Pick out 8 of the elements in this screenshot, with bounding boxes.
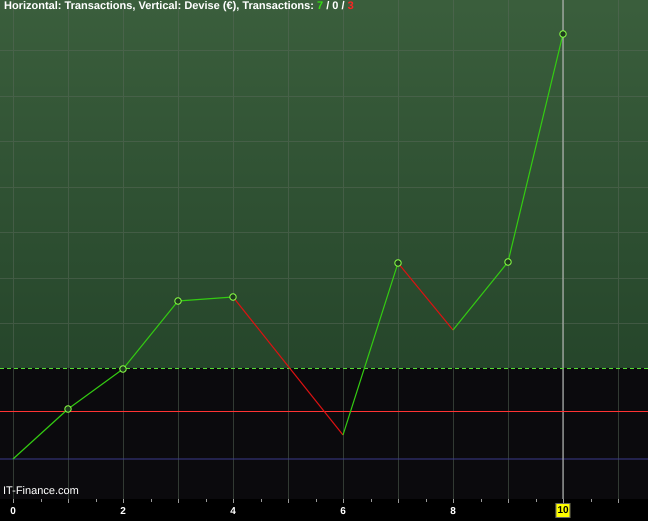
watermark-text: IT-Finance.com: [3, 485, 79, 497]
x-axis-label: 2: [119, 505, 127, 518]
x-axis-label: 8: [449, 505, 457, 518]
x-axis-label: 0: [9, 505, 17, 518]
x-axis-label: 4: [229, 505, 237, 518]
x-axis-label: 6: [339, 505, 347, 518]
chart-title: Horizontal: Transactions, Vertical: Devise (€), Transactions: 7 / 0 / 3: [4, 0, 354, 12]
x-axis-label: 10: [555, 503, 571, 518]
